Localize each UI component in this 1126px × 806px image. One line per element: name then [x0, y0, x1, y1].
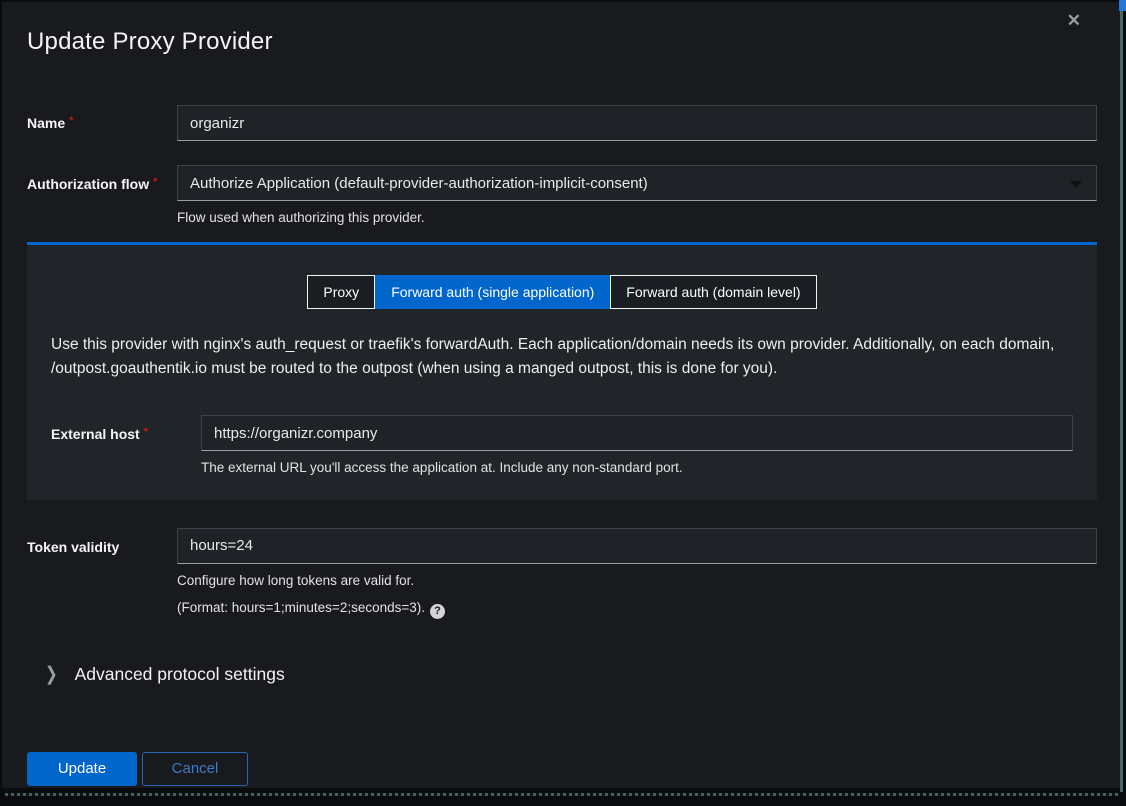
- external-host-help: The external URL you'll access the appli…: [201, 458, 1073, 478]
- cancel-button[interactable]: Cancel: [142, 752, 248, 786]
- authorization-flow-label: Authorization flow*: [27, 165, 177, 228]
- update-proxy-provider-modal: Update Proxy Provider ✕ Name* Authorizat…: [2, 2, 1120, 788]
- authorization-flow-value: Authorize Application (default-provider-…: [190, 175, 648, 192]
- proxy-mode-panel: Proxy Forward auth (single application) …: [27, 242, 1097, 499]
- external-host-row: External host* The external URL you'll a…: [51, 415, 1073, 478]
- external-host-field[interactable]: [201, 415, 1073, 451]
- window-edge-right: [1120, 8, 1123, 792]
- tab-forward-auth-single-application[interactable]: Forward auth (single application): [375, 275, 610, 309]
- required-asterisk: *: [153, 176, 157, 188]
- name-label: Name*: [27, 115, 177, 131]
- close-icon[interactable]: ✕: [1063, 8, 1085, 33]
- advanced-protocol-settings-label: Advanced protocol settings: [75, 664, 285, 685]
- token-validity-help-2: (Format: hours=1;minutes=2;seconds=3).?: [177, 598, 1097, 619]
- name-field[interactable]: [177, 105, 1097, 141]
- modal-footer: Update Cancel: [27, 752, 1097, 786]
- update-button[interactable]: Update: [27, 752, 137, 786]
- window-edge-bottom: [5, 793, 1121, 796]
- page-title: Update Proxy Provider: [27, 28, 273, 55]
- authorization-flow-help: Flow used when authorizing this provider…: [177, 208, 1097, 228]
- forward-auth-description: Use this provider with nginx's auth_requ…: [51, 333, 1073, 381]
- tab-proxy[interactable]: Proxy: [307, 275, 375, 309]
- token-validity-label: Token validity: [27, 528, 177, 619]
- window-corner-accent: [1119, 0, 1126, 11]
- external-host-label: External host*: [51, 415, 201, 478]
- token-validity-field[interactable]: [177, 528, 1097, 564]
- proxy-mode-tabs: Proxy Forward auth (single application) …: [51, 275, 1073, 309]
- question-circle-icon[interactable]: ?: [430, 604, 445, 619]
- chevron-down-icon: [1070, 181, 1082, 188]
- tab-forward-auth-domain-level[interactable]: Forward auth (domain level): [610, 275, 816, 309]
- token-validity-row: Token validity Configure how long tokens…: [27, 528, 1097, 619]
- required-asterisk: *: [69, 115, 73, 127]
- authorization-flow-select[interactable]: Authorize Application (default-provider-…: [177, 165, 1097, 201]
- modal-header: Update Proxy Provider ✕: [27, 2, 1097, 60]
- required-asterisk: *: [144, 426, 148, 438]
- authorization-flow-row: Authorization flow* Authorize Applicatio…: [27, 165, 1097, 228]
- name-row: Name*: [27, 105, 1097, 141]
- token-validity-help-1: Configure how long tokens are valid for.: [177, 571, 1097, 591]
- advanced-protocol-settings-expander[interactable]: ❯ Advanced protocol settings: [27, 664, 1097, 685]
- chevron-right-icon: ❯: [45, 665, 58, 684]
